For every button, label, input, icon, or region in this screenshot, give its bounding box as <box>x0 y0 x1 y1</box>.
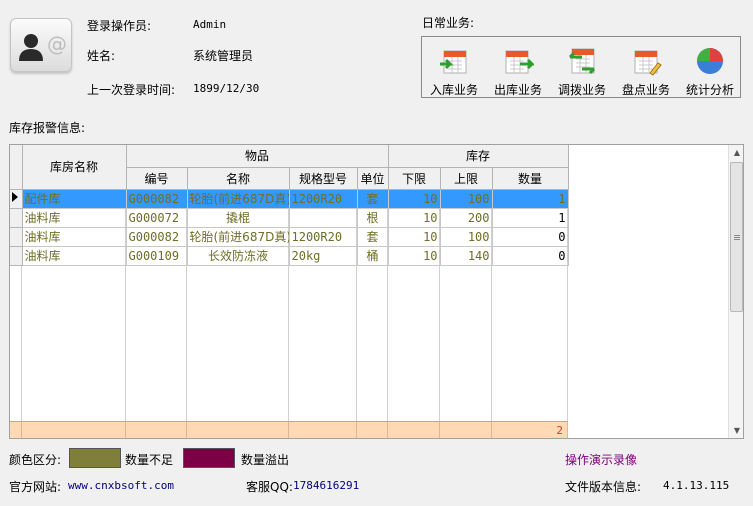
login-operator-value: Admin <box>193 18 227 31</box>
cell-upper[interactable]: 100 <box>440 227 493 247</box>
cell-name[interactable]: 撬棍 <box>187 208 290 228</box>
header-upper[interactable]: 上限 <box>440 167 493 190</box>
cell-spec[interactable]: 20kg <box>289 246 358 266</box>
cell-spec[interactable]: 1200R20 <box>289 189 358 209</box>
cell-code[interactable]: G000072 <box>126 208 188 228</box>
website-label: 官方网站: <box>9 480 62 494</box>
inventory-check-icon <box>634 50 662 76</box>
user-contact-icon: @ <box>19 32 67 61</box>
grid-summary-row: 2 <box>10 421 568 438</box>
cell-code[interactable]: G000082 <box>126 227 188 247</box>
inventory-check-label: 盘点业务 <box>621 83 670 97</box>
header-lower[interactable]: 下限 <box>388 167 441 190</box>
stock-in-icon <box>440 50 467 74</box>
cell-code[interactable]: G000082 <box>126 189 188 209</box>
cell-name[interactable]: 轮胎(前进687D真) <box>187 189 290 209</box>
header-qty[interactable]: 数量 <box>492 167 569 190</box>
cell-name[interactable]: 轮胎(前进687D真) <box>187 227 290 247</box>
daily-business-title: 日常业务: <box>422 16 475 30</box>
website-link[interactable]: www.cnxbsoft.com <box>68 479 174 492</box>
current-row-indicator-icon <box>10 189 23 209</box>
user-name-label: 姓名: <box>87 49 116 63</box>
color-legend-label: 颜色区分: <box>9 453 62 467</box>
overflow-label: 数量溢出 <box>241 453 290 467</box>
cell-upper[interactable]: 200 <box>440 208 493 228</box>
cell-upper[interactable]: 100 <box>440 189 493 209</box>
header-name[interactable]: 名称 <box>187 167 290 190</box>
cell-qty[interactable]: 0 <box>492 246 569 266</box>
header-spec[interactable]: 规格型号 <box>289 167 358 190</box>
cell-unit[interactable]: 套 <box>357 227 389 247</box>
cell-spec[interactable]: 1200R20 <box>289 227 358 247</box>
svg-text:@: @ <box>47 32 67 56</box>
inventory-check-button[interactable]: 盘点业务 <box>614 37 678 97</box>
summary-qty-total: 2 <box>492 422 568 438</box>
statistics-label: 统计分析 <box>685 83 734 97</box>
stock-out-icon <box>505 50 534 74</box>
cell-unit[interactable]: 套 <box>357 189 389 209</box>
last-login-value: 1899/12/30 <box>193 82 260 95</box>
qq-value: 1784616291 <box>293 479 360 492</box>
header-unit[interactable]: 单位 <box>357 167 389 190</box>
daily-business-panel: 入库业务 出库业务 调拨业务 盘点业务 统计分析 <box>421 36 741 98</box>
cell-lower[interactable]: 10 <box>388 246 441 266</box>
qq-label: 客服QQ: <box>246 480 293 494</box>
pie-chart-icon <box>697 48 723 74</box>
cell-upper[interactable]: 140 <box>440 246 493 266</box>
stock-alarm-grid[interactable]: 库房名称 物品 库存 编号 名称 规格型号 单位 下限 上限 数量 配件库 G0… <box>9 144 744 439</box>
user-name-value: 系统管理员 <box>193 49 254 63</box>
cell-lower[interactable]: 10 <box>388 189 441 209</box>
stock-in-label: 入库业务 <box>429 83 478 97</box>
cell-lower[interactable]: 10 <box>388 227 441 247</box>
stock-out-label: 出库业务 <box>493 83 542 97</box>
cell-unit[interactable]: 根 <box>357 208 389 228</box>
header-code[interactable]: 编号 <box>126 167 188 190</box>
row-indicator-header <box>10 145 23 190</box>
login-operator-label: 登录操作员: <box>87 19 152 33</box>
cell-warehouse[interactable]: 油料库 <box>22 227 127 247</box>
stock-alarm-title: 库存报警信息: <box>9 121 86 135</box>
stock-alarm-table: 库房名称 物品 库存 编号 名称 规格型号 单位 下限 上限 数量 配件库 G0… <box>10 145 569 266</box>
demo-video-link[interactable]: 操作演示录像 <box>565 451 637 468</box>
cell-warehouse[interactable]: 油料库 <box>22 208 127 228</box>
header-warehouse[interactable]: 库房名称 <box>22 145 127 190</box>
version-label: 文件版本信息: <box>565 480 642 494</box>
scroll-down-icon[interactable]: ▼ <box>729 423 743 438</box>
stock-out-button[interactable]: 出库业务 <box>486 37 550 97</box>
cell-qty[interactable]: 0 <box>492 227 569 247</box>
table-row[interactable]: 油料库 G000072 撬棍 根 10 200 1 <box>10 208 569 228</box>
shortage-label: 数量不足 <box>125 453 174 467</box>
transfer-button[interactable]: 调拨业务 <box>550 37 614 97</box>
header-stock-group: 库存 <box>388 145 569 168</box>
cell-spec[interactable] <box>289 208 358 228</box>
overflow-color-swatch <box>183 448 235 468</box>
transfer-label: 调拨业务 <box>557 83 606 97</box>
user-avatar: @ <box>10 18 72 72</box>
scroll-up-icon[interactable]: ▲ <box>729 145 743 161</box>
header-goods-group: 物品 <box>126 145 389 168</box>
cell-lower[interactable]: 10 <box>388 208 441 228</box>
scroll-thumb[interactable] <box>730 162 743 312</box>
cell-qty[interactable]: 1 <box>492 189 569 209</box>
table-row[interactable]: 油料库 G000109 长效防冻液 20kg 桶 10 140 0 <box>10 246 569 266</box>
grid-vertical-scrollbar[interactable]: ▲ ▼ <box>728 145 743 438</box>
transfer-icon <box>568 48 596 75</box>
table-row[interactable]: 油料库 G000082 轮胎(前进687D真) 1200R20 套 10 100… <box>10 227 569 247</box>
cell-warehouse[interactable]: 配件库 <box>22 189 127 209</box>
last-login-label: 上一次登录时间: <box>87 83 176 97</box>
table-row[interactable]: 配件库 G000082 轮胎(前进687D真) 1200R20 套 10 100… <box>10 189 569 209</box>
shortage-color-swatch <box>69 448 121 468</box>
cell-qty[interactable]: 1 <box>492 208 569 228</box>
cell-warehouse[interactable]: 油料库 <box>22 246 127 266</box>
version-value: 4.1.13.115 <box>663 479 730 492</box>
stock-in-button[interactable]: 入库业务 <box>422 37 486 97</box>
cell-code[interactable]: G000109 <box>126 246 188 266</box>
statistics-button[interactable]: 统计分析 <box>678 37 742 97</box>
cell-unit[interactable]: 桶 <box>357 246 389 266</box>
cell-name[interactable]: 长效防冻液 <box>187 246 290 266</box>
